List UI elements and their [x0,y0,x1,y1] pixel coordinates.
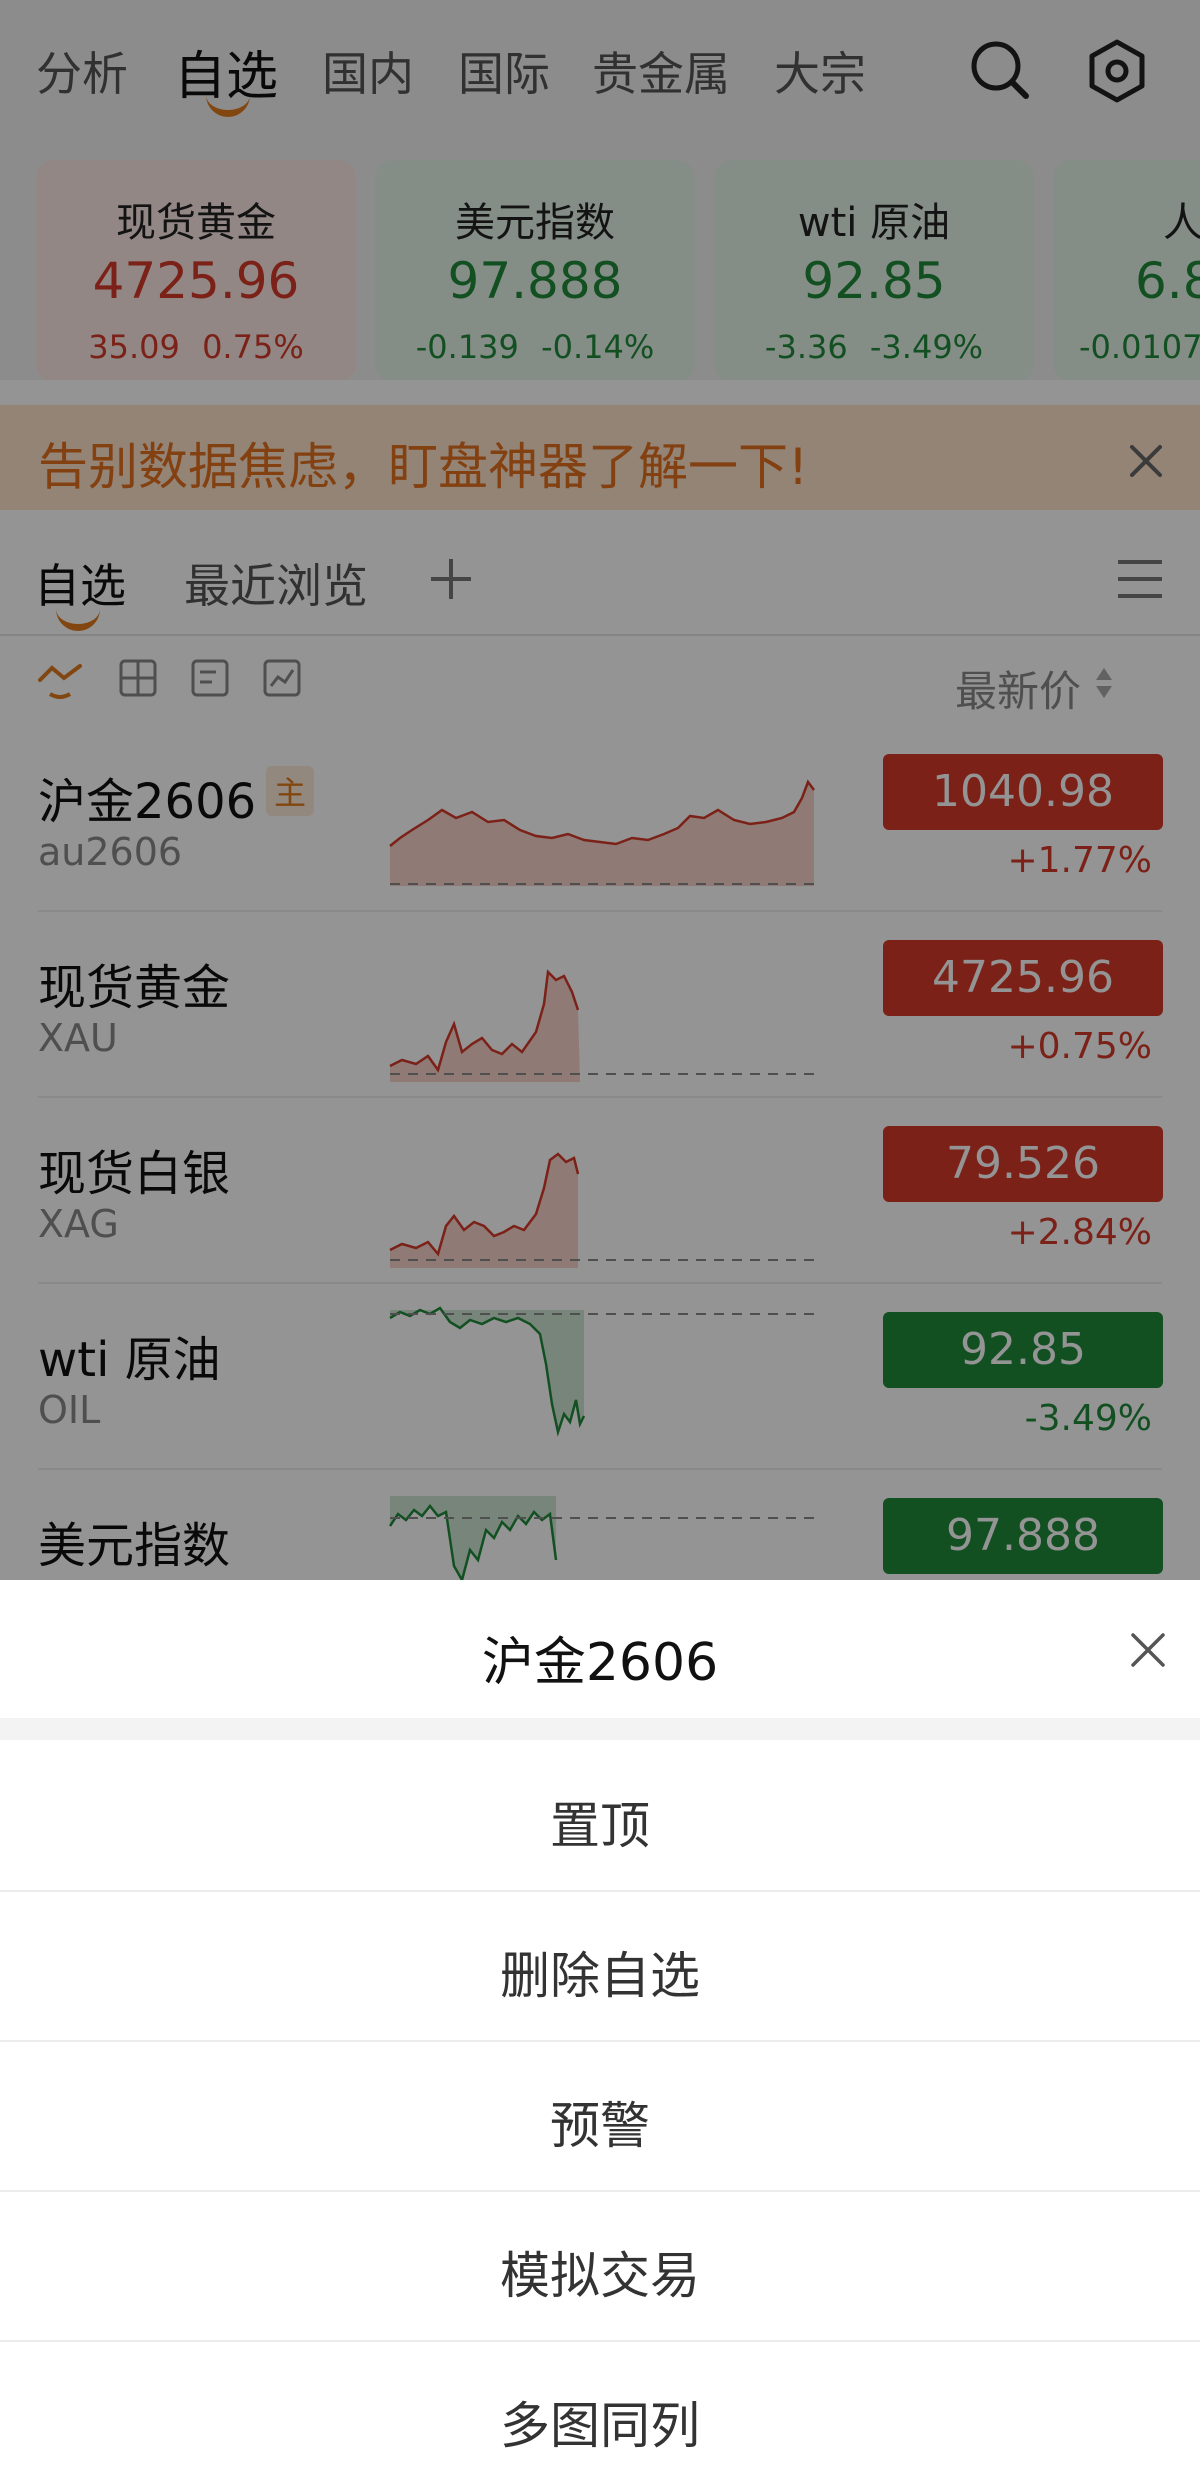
close-icon[interactable] [1130,1632,1166,1668]
option-label: 删除自选 [500,1947,700,2005]
modal-backdrop[interactable] [0,0,1200,1580]
option-multi-chart[interactable]: 多图同列 [0,2340,1200,2478]
option-label: 预警 [550,2097,650,2155]
option-remove-from-watchlist[interactable]: 删除自选 [0,1890,1200,2042]
sheet-divider [0,1718,1200,1740]
option-simulated-trading[interactable]: 模拟交易 [0,2190,1200,2342]
option-label: 多图同列 [500,2397,700,2455]
option-label: 置顶 [550,1797,650,1855]
sheet-title: 沪金2606 [481,1633,719,1693]
option-price-alert[interactable]: 预警 [0,2040,1200,2192]
option-label: 模拟交易 [500,2247,700,2305]
action-sheet: 沪金2606 置顶 删除自选 预警 模拟交易 多图同列 [0,1580,1200,2478]
option-pin-to-top[interactable]: 置顶 [0,1740,1200,1892]
